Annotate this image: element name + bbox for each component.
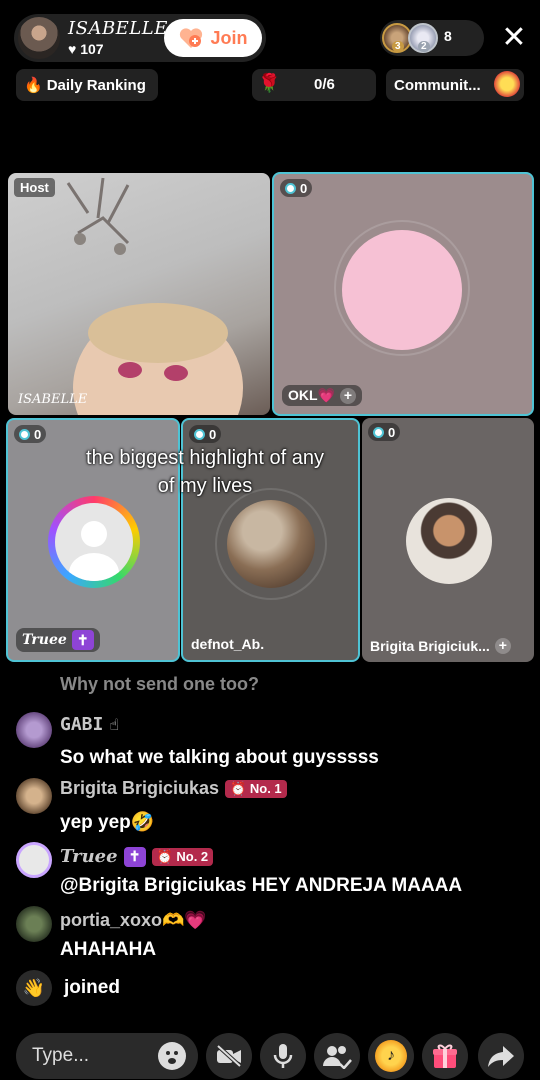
join-label: Join <box>210 27 248 48</box>
host-name: ISABELLE <box>68 18 168 39</box>
host-video-frame <box>66 177 243 415</box>
chat-message: yep yep🤣 <box>60 812 155 833</box>
share-button[interactable] <box>478 1033 524 1079</box>
community-label: Communit... <box>394 76 481 94</box>
chat-message: AHAHAHA <box>60 939 157 960</box>
seat-4-badge: 0 <box>368 423 401 441</box>
coin-icon <box>285 182 296 194</box>
gift-icon <box>433 1044 457 1068</box>
daily-ranking-label: Daily Ranking <box>46 76 146 94</box>
rose-icon: 🌹 <box>258 73 281 93</box>
coin-icon <box>194 428 205 440</box>
coin-icon <box>19 428 30 440</box>
camera-off-button[interactable] <box>206 1033 252 1079</box>
microphone-icon <box>273 1044 293 1068</box>
host-video-tile[interactable]: Host ISABELLE <box>8 173 270 415</box>
seat-3-label: defnot_Ab. <box>191 636 265 652</box>
comment-placeholder: Type... <box>32 1045 90 1066</box>
rank-badge: ⏰ No. 1 <box>225 779 287 798</box>
likes-count: 107 <box>80 41 104 57</box>
seat-4-avatar <box>406 498 492 584</box>
chat-avatar[interactable] <box>16 778 52 814</box>
gift-button[interactable] <box>422 1033 468 1079</box>
community-chip[interactable]: Communit... <box>386 69 524 101</box>
host-tag: Host <box>14 178 55 197</box>
daily-ranking-chip[interactable]: 🔥 Daily Ranking <box>16 69 158 101</box>
seat-1-avatar <box>342 230 462 350</box>
seat-1-badge: 0 <box>280 179 313 197</box>
cross-badge-icon: ✝ <box>123 846 146 867</box>
flame-icon: 🔥 <box>24 77 43 94</box>
camera-off-icon <box>216 1044 242 1068</box>
chat-avatar[interactable] <box>16 712 52 748</box>
chat-username[interactable]: Brigita Brigiciukas ⏰ No. 1 <box>60 778 287 799</box>
heart-icon: ♥ <box>68 41 77 57</box>
guest-seat-4[interactable]: 0 Brigita Brigiciuk... + <box>362 418 534 662</box>
close-button[interactable]: ✕ <box>498 22 530 54</box>
chat-username[interactable]: GABI ☝ <box>60 714 119 735</box>
gift-goal-chip[interactable]: 🌹 0/6 <box>252 69 376 101</box>
chat-message: So what we talking about guysssss <box>60 747 379 768</box>
share-arrow-icon <box>488 1046 514 1067</box>
follow-plus-icon[interactable]: + <box>494 638 511 654</box>
follow-plus-icon[interactable]: + <box>339 387 356 404</box>
guest-seat-1[interactable]: 0 OKL💗 + <box>272 172 534 416</box>
community-icon <box>494 71 520 97</box>
coin-icon <box>373 426 384 438</box>
guests-button[interactable] <box>314 1033 360 1079</box>
tiktok-promo-button[interactable]: ♪ <box>368 1033 414 1079</box>
seat-2-avatar <box>55 503 133 581</box>
seat-3-avatar <box>227 500 315 588</box>
wave-hand-icon: ☝ <box>109 715 119 734</box>
chat-username[interactable]: Truee ✝ ⏰ No. 2 <box>60 846 214 867</box>
chat-avatar[interactable] <box>16 842 52 878</box>
chat-message: @Brigita Brigiciukas HEY ANDREJA MAAAA <box>60 875 463 896</box>
chat-faded-message: Why not send one too? <box>60 674 259 694</box>
seat-3-badge: 0 <box>189 425 222 443</box>
tiktok-coin-icon: ♪ <box>375 1040 407 1072</box>
host-likes: ♥ 107 <box>68 41 104 57</box>
cross-badge-icon: ✝ <box>71 630 94 650</box>
rank-badge: ⏰ No. 2 <box>151 847 214 866</box>
seat-2-label: Truee ✝ <box>16 628 100 652</box>
seat-2-badge: 0 <box>14 425 47 443</box>
chat-avatar[interactable] <box>16 906 52 942</box>
microphone-button[interactable] <box>260 1033 306 1079</box>
join-heart-icon <box>178 27 204 49</box>
viewer-count[interactable]: 8 <box>444 28 452 44</box>
viewer-rank-2: 2 <box>418 41 430 52</box>
host-tile-name: ISABELLE <box>18 392 88 407</box>
video-caption: the biggest highlight of any of my lives <box>86 447 324 497</box>
join-button[interactable]: Join <box>164 19 262 57</box>
joined-message: joined <box>64 977 120 998</box>
seat-1-label: OKL💗 + <box>282 385 362 406</box>
gift-goal-progress: 0/6 <box>314 76 335 93</box>
emoji-icon[interactable] <box>158 1042 186 1070</box>
host-avatar[interactable] <box>16 15 62 61</box>
guests-icon <box>323 1046 352 1069</box>
wave-icon: 👋 <box>16 970 52 1006</box>
chat-username[interactable]: portia_xoxo🫶💗 <box>60 910 207 931</box>
seat-4-label: Brigita Brigiciuk... + <box>370 638 511 654</box>
viewer-rank-1: 3 <box>392 41 404 52</box>
